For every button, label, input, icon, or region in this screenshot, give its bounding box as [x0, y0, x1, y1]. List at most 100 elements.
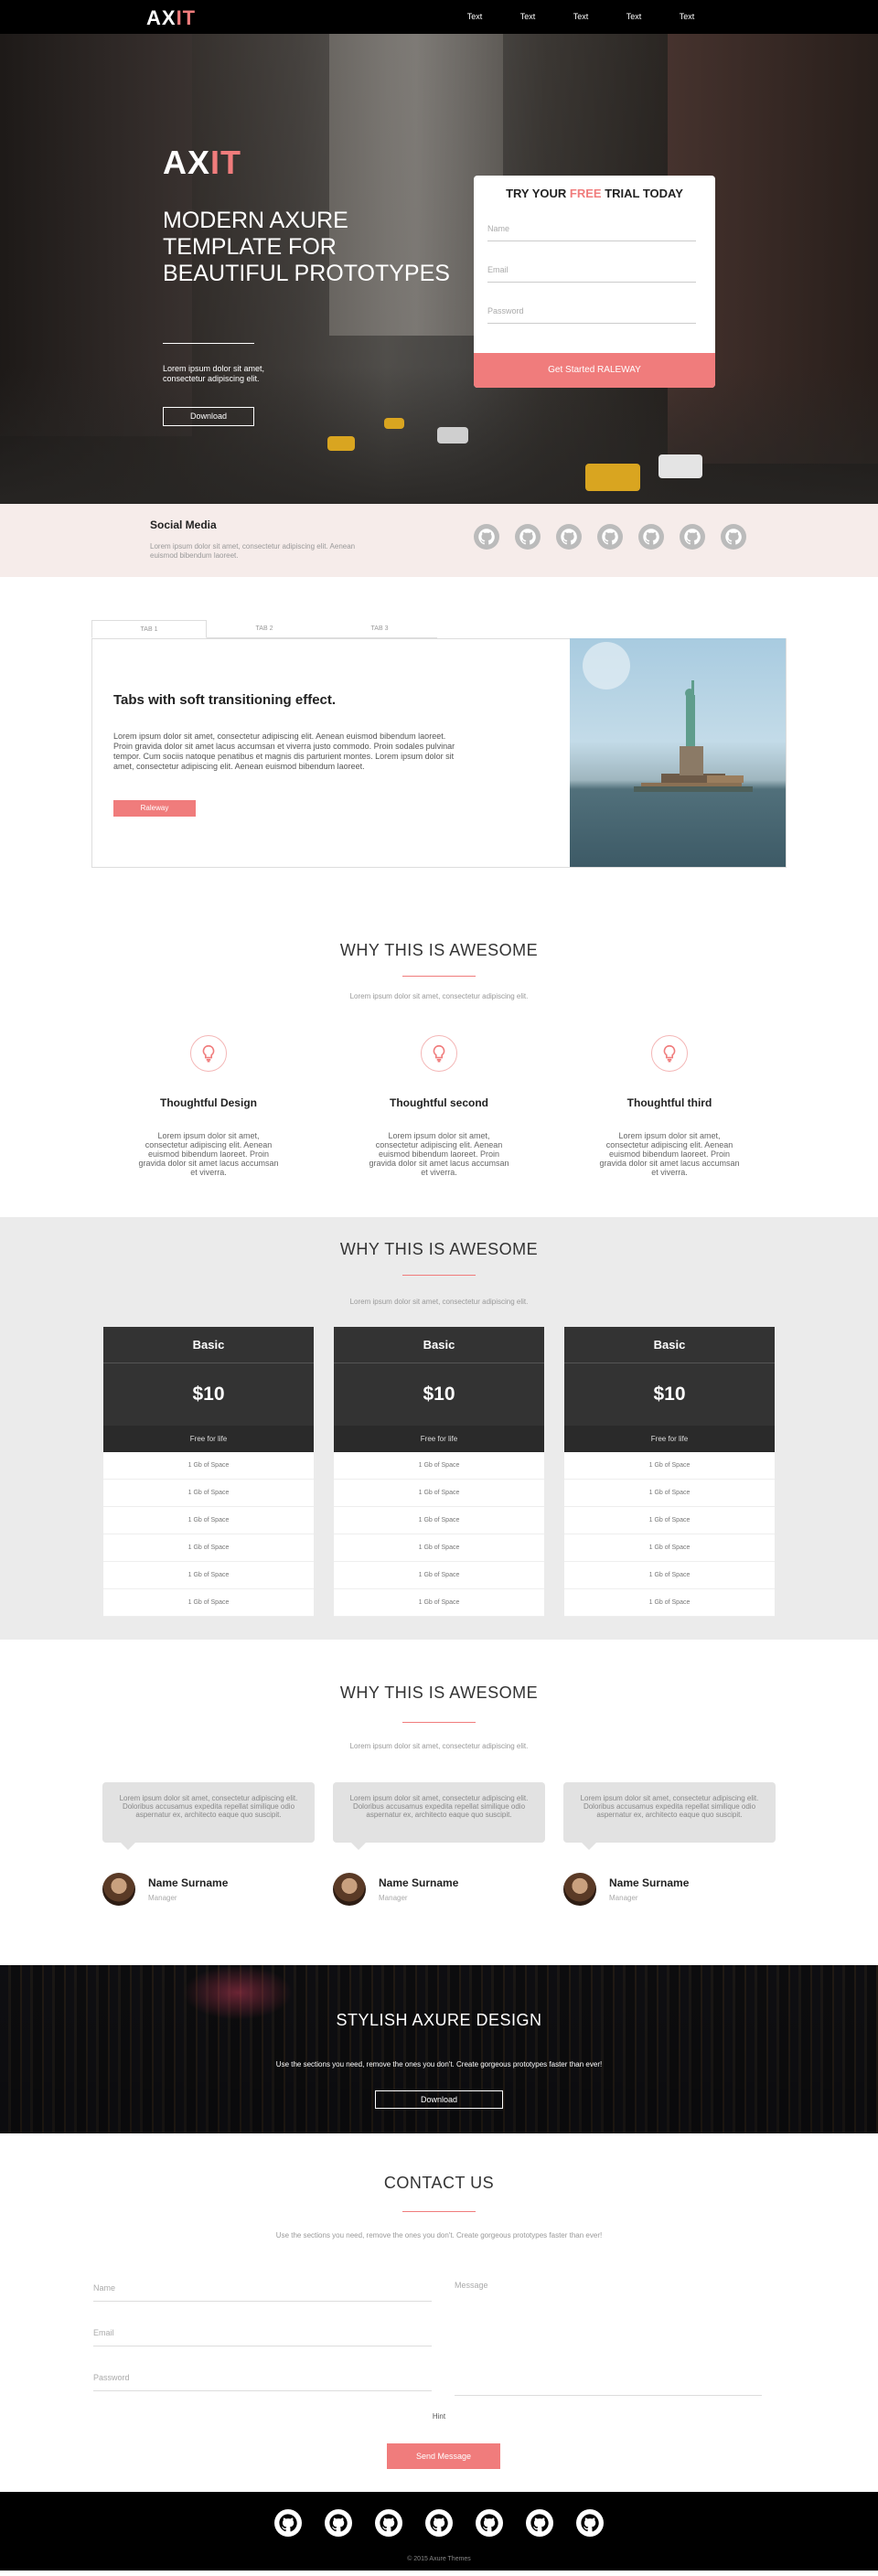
github-icon[interactable]: [721, 524, 746, 550]
author-role: Manager: [609, 1894, 638, 1902]
tab-raleway-button[interactable]: Raleway: [113, 800, 196, 817]
pricing-section: WHY THIS IS AWESOME Lorem ipsum dolor si…: [0, 1217, 878, 1640]
social-title: Social Media: [150, 518, 217, 531]
github-icon[interactable]: [638, 524, 664, 550]
tab-body: Lorem ipsum dolor sit amet, consectetur …: [113, 732, 455, 771]
testimonials-section: WHY THIS IS AWESOME Lorem ipsum dolor si…: [0, 1640, 878, 1965]
trial-title: TRY YOUR FREE TRIAL TODAY: [474, 187, 715, 200]
logo-part-b: IT: [176, 6, 197, 29]
author-name: Name Surname: [148, 1876, 229, 1889]
features-title: WHY THIS IS AWESOME: [339, 941, 539, 959]
plan-feature-row: 1 Gb of Space: [334, 1534, 544, 1562]
contact-divider: [402, 2211, 476, 2212]
hero-logo-part-b: IT: [210, 144, 242, 181]
pricing-subtitle: Lorem ipsum dolor sit amet, consectetur …: [349, 1298, 529, 1306]
trial-name-field[interactable]: Name: [487, 224, 696, 241]
trial-get-started-button[interactable]: Get Started RALEWAY: [474, 353, 715, 388]
plan-feature-row: 1 Gb of Space: [103, 1507, 314, 1534]
trial-form: TRY YOUR FREE TRIAL TODAY Name Email Pas…: [474, 176, 715, 388]
github-icon[interactable]: [680, 524, 705, 550]
tab-1[interactable]: TAB 1: [91, 620, 207, 638]
contact-title: CONTACT US: [383, 2174, 495, 2192]
avatar: [102, 1873, 135, 1906]
github-icon[interactable]: [474, 524, 499, 550]
lightbulb-icon: [190, 1035, 227, 1072]
hero-download-button[interactable]: Download: [163, 407, 254, 426]
feature-text: Lorem ipsum dolor sit amet, consectetur …: [369, 1131, 509, 1177]
nav-logo[interactable]: AXIT: [146, 6, 196, 30]
plan-feature-row: 1 Gb of Space: [334, 1507, 544, 1534]
github-icon[interactable]: [556, 524, 582, 550]
testimonial-quote: Lorem ipsum dolor sit amet, consectetur …: [102, 1782, 315, 1850]
copyright: © 2015 Axure Themes: [407, 2556, 471, 2562]
send-message-button[interactable]: Send Message: [387, 2443, 500, 2469]
author-name: Name Surname: [379, 1876, 459, 1889]
plan-feature-row: 1 Gb of Space: [103, 1562, 314, 1589]
contact-name-field[interactable]: Name: [93, 2283, 432, 2302]
nav-link-5[interactable]: Text: [660, 12, 713, 21]
github-icon[interactable]: [274, 2509, 302, 2537]
feature-title: Thoughtful Design: [160, 1096, 257, 1109]
plan-note: Free for life: [564, 1426, 775, 1452]
pricing-plan: Basic $10 Free for life 1 Gb of Space 1 …: [103, 1327, 314, 1617]
contact-password-field[interactable]: Password: [93, 2373, 432, 2391]
nav-link-4[interactable]: Text: [607, 12, 660, 21]
github-icon[interactable]: [576, 2509, 604, 2537]
contact-email-field[interactable]: Email: [93, 2328, 432, 2346]
hero-bg-car: [437, 427, 468, 444]
github-icon[interactable]: [526, 2509, 553, 2537]
nav-link-2[interactable]: Text: [501, 12, 554, 21]
contact-message-field[interactable]: Message: [455, 2281, 762, 2396]
feature-title: Thoughtful third: [626, 1096, 712, 1109]
pricing-divider: [402, 1275, 476, 1276]
plan-feature-row: 1 Gb of Space: [334, 1452, 544, 1480]
pricing-plan: Basic $10 Free for life 1 Gb of Space 1 …: [564, 1327, 775, 1617]
github-icon[interactable]: [425, 2509, 453, 2537]
github-icon[interactable]: [597, 524, 623, 550]
lightbulb-icon: [651, 1035, 688, 1072]
tab-heading: Tabs with soft transitioning effect.: [113, 692, 337, 708]
github-icon[interactable]: [476, 2509, 503, 2537]
plan-name: Basic: [564, 1327, 775, 1363]
feature-text: Lorem ipsum dolor sit amet, consectetur …: [138, 1131, 279, 1177]
footer: © 2015 Axure Themes: [0, 2492, 878, 2571]
testimonial-quote: Lorem ipsum dolor sit amet, consectetur …: [563, 1782, 776, 1850]
trial-email-field[interactable]: Email: [487, 265, 696, 283]
testimonials-subtitle: Lorem ipsum dolor sit amet, consectetur …: [349, 1742, 529, 1750]
hero-bg-taxi: [327, 436, 355, 451]
github-icon[interactable]: [375, 2509, 402, 2537]
testimonial-quote: Lorem ipsum dolor sit amet, consectetur …: [333, 1782, 545, 1850]
author-role: Manager: [379, 1894, 408, 1902]
github-icon[interactable]: [325, 2509, 352, 2537]
hero-section: AXIT MODERN AXURE TEMPLATE FOR BEAUTIFUL…: [0, 34, 878, 504]
banner-download-button[interactable]: Download: [375, 2090, 503, 2109]
nav-link-1[interactable]: Text: [448, 12, 501, 21]
testimonials-divider: [402, 1722, 476, 1723]
testimonials-title: WHY THIS IS AWESOME: [339, 1683, 539, 1702]
banner-text: Use the sections you need, remove the on…: [275, 2060, 603, 2068]
plan-price: $10: [334, 1363, 544, 1426]
trial-password-field[interactable]: Password: [487, 306, 696, 324]
github-icon[interactable]: [515, 524, 541, 550]
statue-of-liberty-image: [570, 638, 786, 867]
tab-3[interactable]: TAB 3: [322, 620, 437, 638]
plan-feature-row: 1 Gb of Space: [103, 1534, 314, 1562]
feature-card: Thoughtful Design Lorem ipsum dolor sit …: [112, 1035, 305, 1177]
banner-section: STYLISH AXURE DESIGN Use the sections yo…: [0, 1965, 878, 2133]
logo-part-a: AX: [146, 6, 177, 29]
plan-price: $10: [103, 1363, 314, 1426]
plan-feature-row: 1 Gb of Space: [564, 1534, 775, 1562]
testimonial-author: Name Surname Manager: [333, 1873, 534, 1909]
nav-link-3[interactable]: Text: [554, 12, 607, 21]
tab-2[interactable]: TAB 2: [207, 620, 322, 638]
trial-title-free: FREE: [569, 187, 602, 200]
features-section: WHY THIS IS AWESOME Lorem ipsum dolor si…: [0, 893, 878, 1217]
hero-text: Lorem ipsum dolor sit amet, consectetur …: [163, 364, 265, 383]
hero-logo-part-a: AX: [163, 144, 211, 181]
hero-logo: AXIT: [163, 144, 241, 182]
plan-feature-row: 1 Gb of Space: [564, 1562, 775, 1589]
plan-price: $10: [564, 1363, 775, 1426]
avatar: [563, 1873, 596, 1906]
contact-subtitle: Use the sections you need, remove the on…: [275, 2231, 603, 2239]
plan-feature-row: 1 Gb of Space: [564, 1480, 775, 1507]
